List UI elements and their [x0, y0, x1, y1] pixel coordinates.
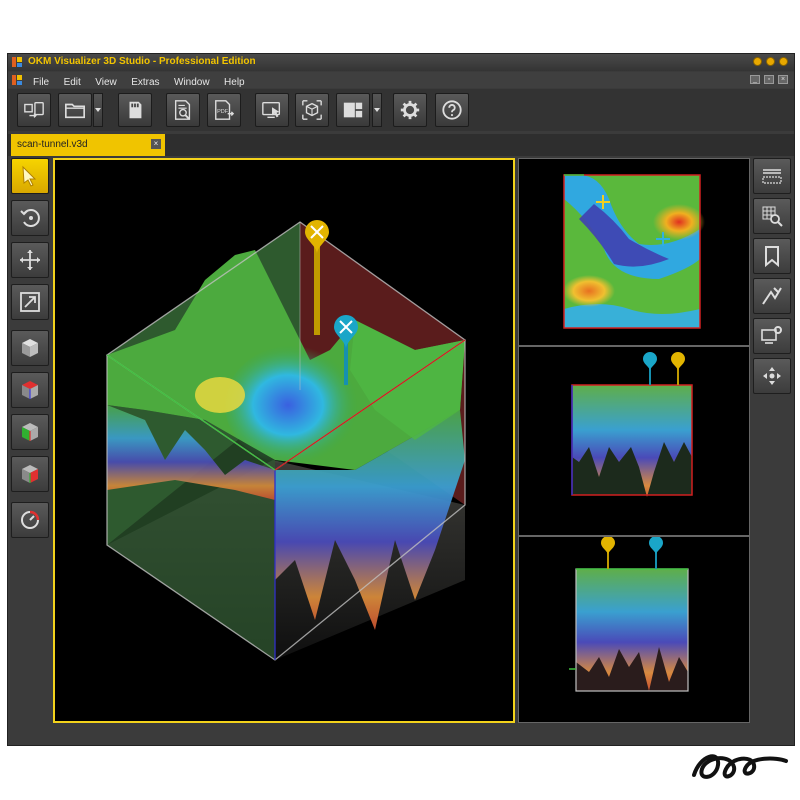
zoom-box-icon: [20, 292, 40, 312]
report-preview-button[interactable]: [166, 93, 200, 127]
title-bar[interactable]: OKM Visualizer 3D Studio - Professional …: [8, 54, 794, 71]
bookmark-tool[interactable]: [753, 238, 791, 274]
doc-restore-button[interactable]: ▫: [764, 75, 774, 84]
brand-signature-logo: [692, 754, 788, 779]
gear-icon: [400, 100, 420, 120]
document-magnifier-icon: [174, 100, 191, 120]
ground-layer-tool[interactable]: [753, 158, 791, 194]
maximize-window-button[interactable]: [766, 57, 775, 66]
bookmark-icon: [765, 246, 779, 268]
side-view-panel[interactable]: [518, 346, 750, 536]
app-menu-icon[interactable]: [12, 75, 22, 85]
menu-bar: File Edit View Extras Window Help _ ▫ ×: [8, 72, 794, 88]
menu-view[interactable]: View: [90, 75, 122, 88]
ground-layer-icon: [762, 169, 782, 184]
marker-cyan-front[interactable]: [649, 536, 663, 569]
tool-zoom[interactable]: [11, 284, 49, 320]
reset-view[interactable]: [11, 502, 49, 538]
rotate-icon: [20, 209, 40, 227]
tab-scan-tunnel[interactable]: scan-tunnel.v3d ×: [11, 134, 165, 156]
grid-magnifier-icon: [762, 206, 783, 227]
chevron-down-icon: [374, 108, 380, 112]
layout-dropdown[interactable]: [372, 93, 382, 127]
3d-scan-visualization[interactable]: [55, 160, 513, 721]
question-icon: [442, 100, 462, 120]
front-view-profile[interactable]: [519, 536, 749, 722]
grid-search-tool[interactable]: [753, 198, 791, 234]
menu-window[interactable]: Window: [169, 75, 215, 88]
screen-capture-icon: [262, 101, 281, 119]
help-button[interactable]: [435, 93, 469, 127]
tool-select[interactable]: [11, 158, 49, 194]
cube-side-icon: [22, 423, 38, 441]
pointer-icon: [22, 165, 37, 187]
monitor-gear-icon: [761, 326, 782, 344]
tab-label: scan-tunnel.v3d: [17, 139, 88, 150]
doc-close-button[interactable]: ×: [778, 75, 788, 84]
layout-grid-icon: [343, 102, 363, 118]
reset-gauge-icon: [21, 510, 40, 529]
folder-icon: [65, 103, 85, 119]
layout-button[interactable]: [336, 93, 370, 127]
cube-select-icon: [302, 100, 322, 120]
move-arrows-icon: [20, 250, 40, 270]
marker-move-tool[interactable]: [753, 358, 791, 394]
marker-cyan-side[interactable]: [643, 352, 657, 385]
save-file-button[interactable]: [118, 93, 152, 127]
chevron-down-icon: [95, 108, 101, 112]
main-3d-view[interactable]: [53, 158, 515, 723]
monitor-settings-tool[interactable]: [753, 318, 791, 354]
cube-front-icon: [22, 465, 38, 483]
cube-top-icon: [22, 381, 38, 399]
top-view-heatmap[interactable]: [519, 159, 749, 345]
menu-file[interactable]: File: [28, 75, 54, 88]
measure-tool[interactable]: [753, 278, 791, 314]
cube-3d-icon: [22, 339, 38, 357]
menu-help[interactable]: Help: [219, 75, 250, 88]
close-icon[interactable]: ×: [151, 139, 161, 149]
window-title: OKM Visualizer 3D Studio - Professional …: [28, 56, 256, 67]
device-transfer-icon: [24, 101, 44, 118]
side-view-profile[interactable]: [519, 347, 749, 535]
doc-minimize-button[interactable]: _: [750, 75, 760, 84]
menu-extras[interactable]: Extras: [126, 75, 164, 88]
tool-move[interactable]: [11, 242, 49, 278]
screenshot-button[interactable]: [255, 93, 289, 127]
sd-card-icon: [129, 101, 142, 119]
view-3d[interactable]: [11, 330, 49, 366]
top-view-panel[interactable]: [518, 158, 750, 346]
svg-text:PDF: PDF: [217, 109, 229, 115]
open-file-button[interactable]: [58, 93, 92, 127]
export-pdf-button[interactable]: PDF: [207, 93, 241, 127]
toolbar: PDF: [8, 89, 794, 131]
app-logo-icon: [12, 57, 22, 67]
marker-yellow-front[interactable]: [601, 536, 615, 569]
front-view-panel[interactable]: [518, 536, 750, 723]
crosshair-arrows-icon: [763, 367, 781, 385]
import-device-button[interactable]: [17, 93, 51, 127]
minimize-window-button[interactable]: [753, 57, 762, 66]
pdf-export-icon: PDF: [215, 100, 235, 120]
document-tab-bar: scan-tunnel.v3d ×: [8, 134, 794, 156]
3d-select-button[interactable]: [295, 93, 329, 127]
view-top[interactable]: [11, 372, 49, 408]
app-window: OKM Visualizer 3D Studio - Professional …: [7, 53, 795, 746]
close-window-button[interactable]: [779, 57, 788, 66]
marker-yellow-side[interactable]: [671, 352, 685, 385]
settings-button[interactable]: [393, 93, 427, 127]
measure-icon: [762, 287, 782, 305]
open-file-dropdown[interactable]: [93, 93, 103, 127]
menu-edit[interactable]: Edit: [59, 75, 86, 88]
view-front[interactable]: [11, 456, 49, 492]
view-side[interactable]: [11, 414, 49, 450]
tool-rotate[interactable]: [11, 200, 49, 236]
